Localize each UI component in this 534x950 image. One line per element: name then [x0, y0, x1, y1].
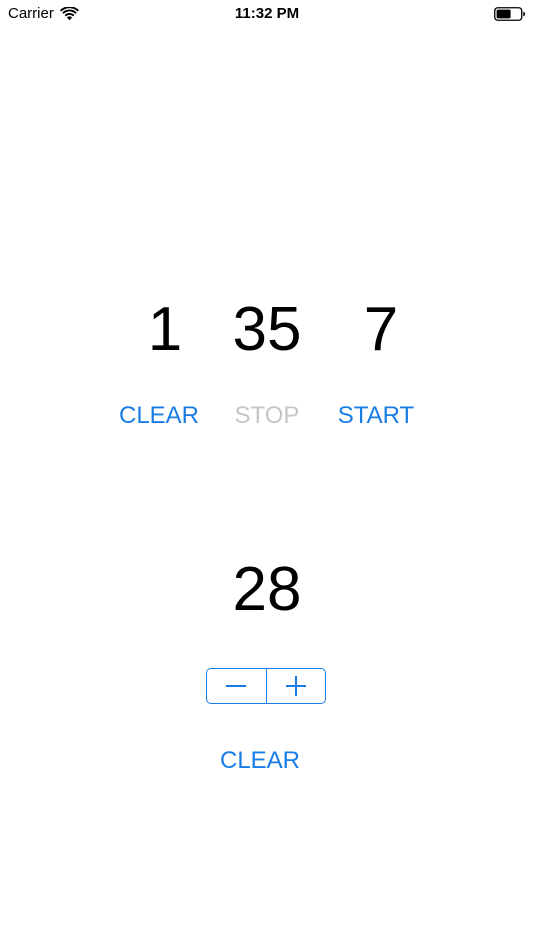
counter-value: 28 — [232, 555, 302, 624]
timer-value-2: 35 — [232, 295, 302, 364]
battery-icon — [494, 7, 525, 21]
timer-value-1: 1 — [147, 295, 183, 364]
app-screen: Carrier 11:32 PM 1 35 7 CLEAR STOP START… — [0, 0, 534, 950]
plus-icon — [285, 676, 306, 696]
timer-clear-button[interactable]: CLEAR — [104, 396, 214, 436]
timer-value-3: 7 — [363, 295, 399, 364]
stepper-increment-button[interactable] — [265, 669, 326, 703]
status-time: 11:32 PM — [234, 5, 300, 22]
timer-start-button[interactable]: START — [321, 396, 431, 436]
timer-stop-button[interactable]: STOP — [212, 396, 322, 436]
counter-stepper — [206, 668, 326, 704]
timer-display: 1 35 7 — [0, 290, 534, 370]
status-bar: Carrier 11:32 PM — [0, 0, 534, 30]
counter-clear-button[interactable]: CLEAR — [205, 741, 315, 781]
stepper-decrement-button[interactable] — [207, 669, 266, 703]
timer-actions: CLEAR STOP START — [0, 396, 534, 436]
minus-icon — [226, 685, 247, 687]
